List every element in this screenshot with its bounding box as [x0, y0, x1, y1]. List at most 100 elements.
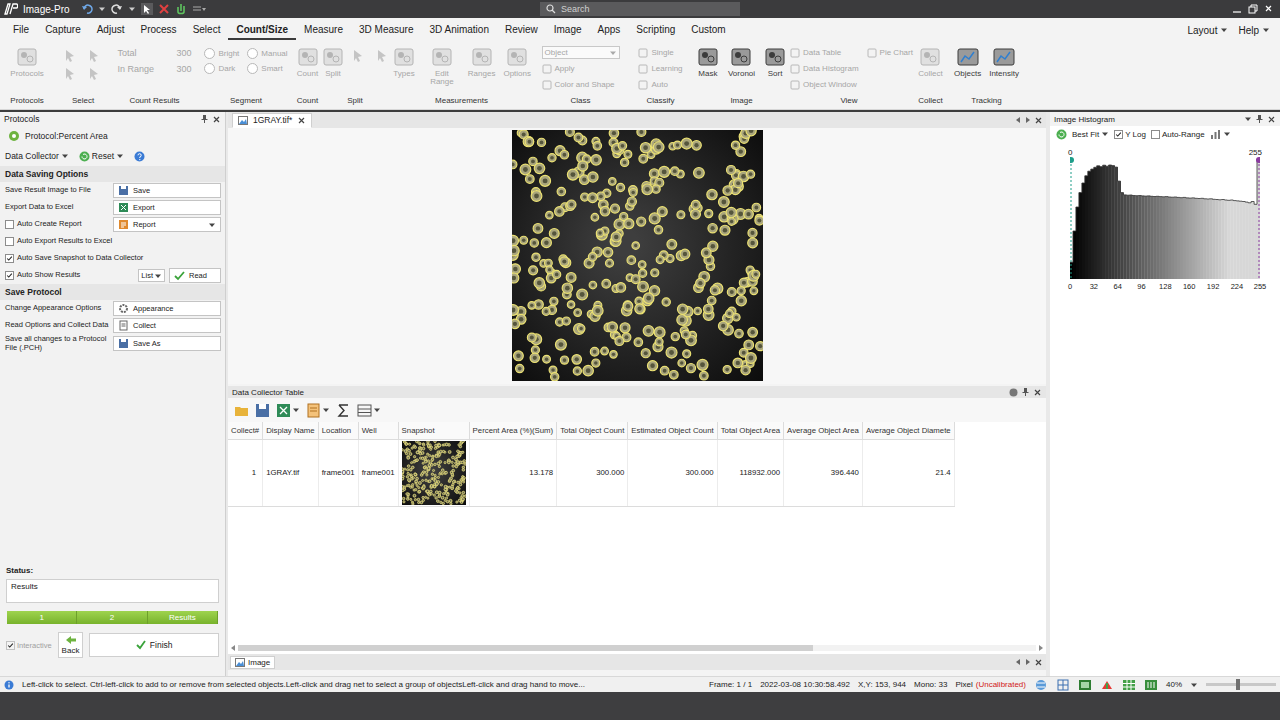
column-label[interactable]: Well	[362, 426, 377, 435]
ribbon-tab[interactable]: Process	[133, 21, 185, 40]
ribbon-button[interactable]: Options	[501, 46, 533, 78]
ribbon-tab[interactable]: Review	[497, 21, 546, 40]
menu-label[interactable]: Layout	[1187, 25, 1217, 36]
step[interactable]: Results	[148, 611, 218, 624]
overlay-icon[interactable]	[1078, 679, 1092, 691]
ribbon-tab[interactable]: Measure	[296, 21, 351, 40]
column-label[interactable]: Collect#	[231, 426, 259, 435]
ribbon-tab[interactable]: 3D Animation	[421, 21, 496, 40]
button-label[interactable]: Sort	[768, 70, 783, 78]
select-value[interactable]: List	[141, 271, 153, 280]
button-label[interactable]: Pie Chart	[880, 48, 913, 57]
finish-button[interactable]: Finish	[89, 633, 219, 657]
table-cell[interactable]: 396.440	[784, 439, 863, 506]
button-label[interactable]: Data Table	[803, 48, 841, 57]
action-button[interactable]: Collect	[113, 318, 221, 333]
radio-label[interactable]: Manual	[261, 49, 287, 58]
prev-icon[interactable]	[1014, 658, 1022, 666]
data-collector-menu[interactable]: Data Collector	[5, 151, 69, 161]
horizontal-scrollbar[interactable]	[228, 642, 1046, 654]
radio-label[interactable]: Dark	[218, 64, 235, 73]
close-icon[interactable]	[212, 115, 221, 124]
ribbon-button[interactable]: Collect	[916, 46, 944, 78]
ribbon-button[interactable]: Voronoi	[726, 46, 757, 78]
grid-icon[interactable]	[1056, 679, 1070, 691]
step[interactable]: 1	[7, 611, 77, 624]
checkbox[interactable]	[5, 220, 14, 229]
table-row[interactable]: 11GRAY.tifframe001frame00113.178300.0003…	[228, 439, 954, 506]
toolbar-button[interactable]	[336, 403, 351, 418]
autorange-option[interactable]: Auto-Range	[1151, 130, 1205, 139]
ribbon-tab[interactable]: Adjust	[89, 21, 133, 40]
report-dropdown[interactable]: Report	[113, 217, 221, 232]
customize-icon[interactable]	[192, 3, 206, 15]
button-label[interactable]: Appearance	[133, 304, 216, 313]
ribbon-button[interactable]: Intensity	[987, 46, 1021, 78]
button-label[interactable]: Protocols	[10, 70, 43, 78]
tool-icon[interactable]	[87, 48, 103, 62]
button-label[interactable]: Read	[189, 271, 216, 280]
column-header[interactable]: Collect#	[228, 422, 263, 439]
menu-dropdown[interactable]: Layout	[1187, 25, 1228, 36]
snapshot-thumbnail[interactable]	[402, 441, 466, 505]
help-icon[interactable]	[134, 151, 145, 162]
ribbon-small-button[interactable]: Data Table	[790, 46, 859, 59]
button-label[interactable]: Save	[133, 186, 216, 195]
back-button[interactable]: Back	[58, 632, 84, 658]
column-label[interactable]: Total Object Count	[560, 426, 624, 435]
table-cell[interactable]: 118932.000	[717, 439, 783, 506]
menu-label[interactable]: Data Collector	[5, 151, 59, 161]
button-label[interactable]: Edit Range	[424, 70, 460, 87]
button-label[interactable]: Back	[62, 646, 80, 655]
next-icon[interactable]	[1024, 658, 1032, 666]
pin-icon[interactable]	[1021, 387, 1030, 397]
action-button[interactable]: Save As	[113, 336, 221, 351]
image-canvas[interactable]	[512, 130, 763, 381]
step-label[interactable]: 1	[39, 613, 43, 622]
checkbox[interactable]	[1114, 130, 1123, 139]
column-header[interactable]: Snapshot	[398, 422, 469, 439]
ribbon-tab[interactable]: Apps	[590, 21, 629, 40]
button-label[interactable]: Collect	[918, 70, 942, 78]
column-label[interactable]: Estimated Object Count	[631, 426, 713, 435]
button-label[interactable]: Apply	[555, 64, 575, 73]
globe-icon[interactable]	[1034, 679, 1048, 691]
toolbar-button[interactable]	[306, 403, 330, 418]
action-button[interactable]: Save	[113, 183, 221, 198]
restore-icon[interactable]	[1248, 4, 1258, 14]
prev-icon[interactable]	[1014, 116, 1022, 124]
close-icon[interactable]	[1267, 115, 1276, 124]
ribbon-button[interactable]: Types	[390, 46, 418, 78]
ribbon-button[interactable]: Sort	[761, 46, 789, 78]
checkbox[interactable]	[5, 254, 14, 263]
table-cell[interactable]: 1GRAY.tif	[263, 439, 319, 506]
option-label[interactable]: Auto-Range	[1162, 130, 1205, 139]
ribbon-button[interactable]: Protocols	[8, 46, 45, 78]
ribbon-small-button[interactable]: Pie Chart	[867, 46, 913, 59]
class-dropdown[interactable]: Object	[542, 46, 620, 59]
column-header[interactable]: Average Object Area	[784, 422, 863, 439]
button-label[interactable]: Learning	[651, 64, 682, 73]
column-label[interactable]: Snapshot	[402, 426, 435, 435]
ribbon-tab[interactable]: Custom	[683, 21, 733, 40]
channels-icon[interactable]	[1144, 679, 1158, 691]
button-label[interactable]: Report	[133, 220, 204, 229]
tool-icon[interactable]	[375, 48, 391, 62]
dropdown-caret-icon[interactable]	[1190, 681, 1198, 689]
checkbox[interactable]	[1151, 130, 1160, 139]
menu-dropdown[interactable]: Help	[1238, 25, 1270, 36]
column-label[interactable]: Average Object Diamete	[866, 426, 951, 435]
radio[interactable]	[247, 63, 258, 74]
options-button[interactable]	[1210, 129, 1231, 140]
button-label[interactable]: Single	[651, 48, 673, 57]
table-cell[interactable]: frame001	[318, 439, 358, 506]
dropdown-caret-icon[interactable]	[1244, 115, 1252, 123]
tab-label[interactable]: Image	[248, 658, 270, 667]
pin-icon[interactable]	[200, 114, 209, 124]
action-button[interactable]: Export	[113, 200, 221, 215]
hand-icon[interactable]	[175, 3, 187, 15]
toolbar-button[interactable]	[357, 403, 381, 418]
read-button[interactable]: Read	[169, 268, 221, 283]
checkbox[interactable]	[5, 237, 14, 246]
ribbon-small-button[interactable]: Object Window	[790, 78, 859, 91]
